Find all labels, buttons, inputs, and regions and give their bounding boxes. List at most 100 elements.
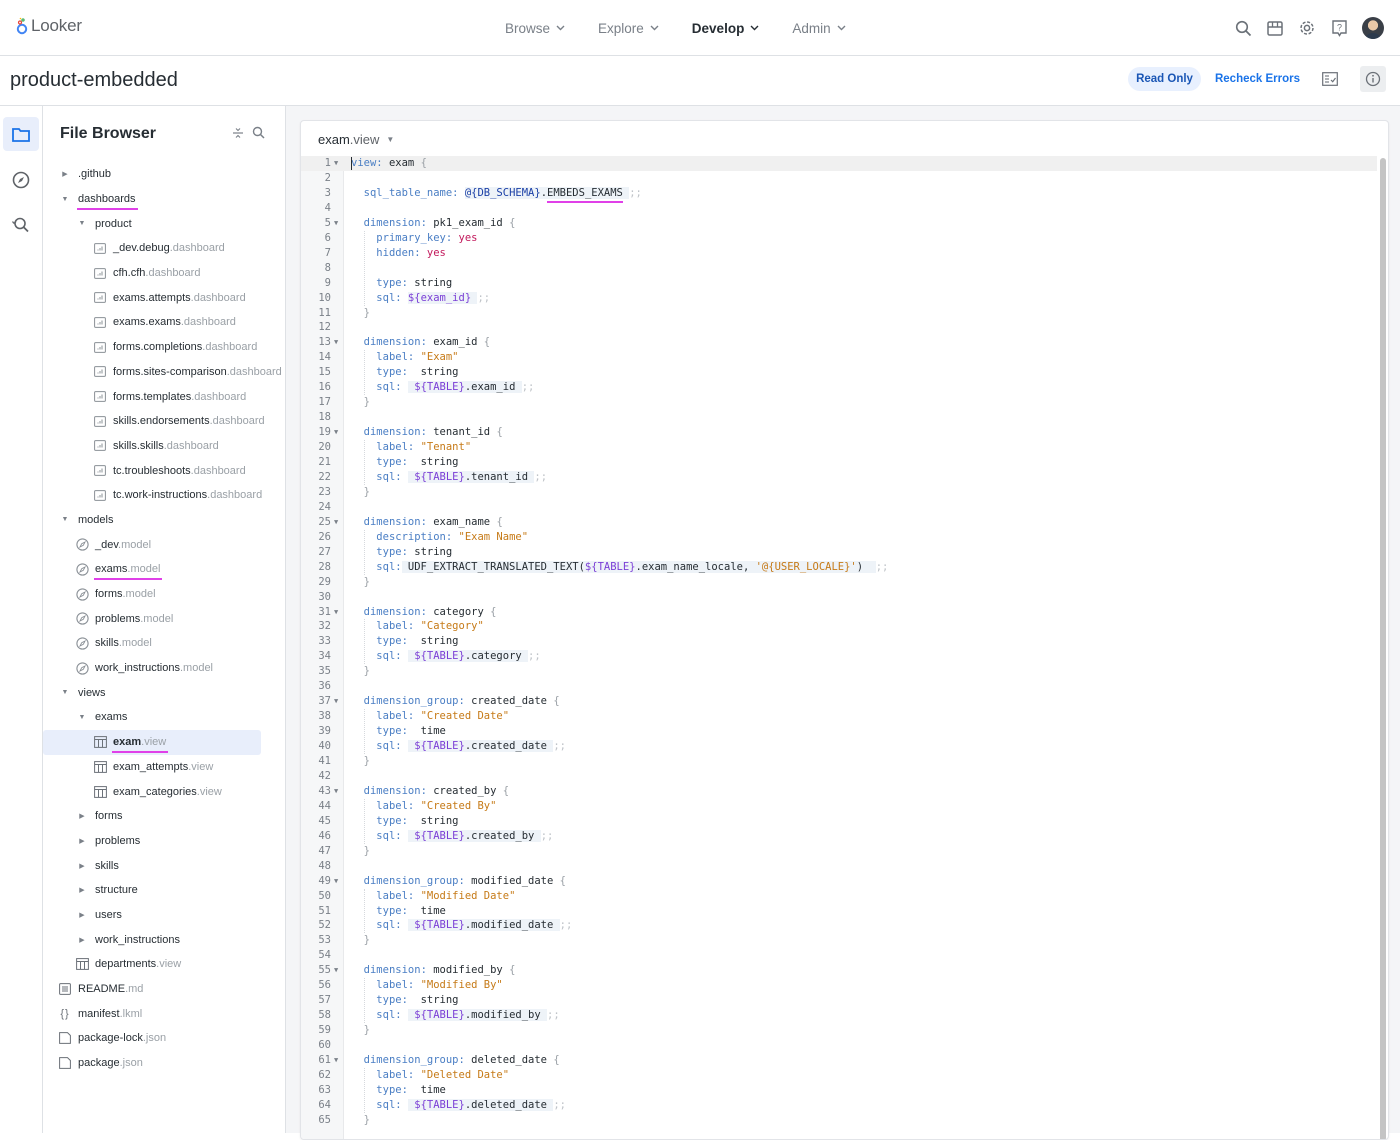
code-text: primary_key: yes bbox=[376, 231, 478, 244]
tree-file-problems[interactable]: problems.model bbox=[43, 606, 286, 631]
file-browser-rail-button[interactable] bbox=[3, 117, 39, 151]
caret-down-icon[interactable]: ▼ bbox=[77, 220, 87, 227]
caret-right-icon[interactable]: ▶ bbox=[77, 886, 87, 894]
dashboard-file-icon bbox=[93, 390, 107, 404]
tree-folder-users[interactable]: ▶ users bbox=[43, 903, 286, 928]
caret-down-icon[interactable]: ▼ bbox=[60, 689, 70, 696]
tree-file-README[interactable]: README.md bbox=[43, 977, 286, 1002]
tree-file-_dev[interactable]: _dev.model bbox=[43, 532, 286, 557]
tree-file-forms.templates[interactable]: forms.templates.dashboard bbox=[43, 384, 286, 409]
looker-logo[interactable]: Looker bbox=[16, 16, 82, 36]
recheck-errors-button[interactable]: Recheck Errors bbox=[1215, 73, 1300, 85]
caret-right-icon[interactable]: ▶ bbox=[77, 837, 87, 845]
tree-file-exams.exams[interactable]: exams.exams.dashboard bbox=[43, 310, 286, 335]
tree-folder-exams[interactable]: ▼ exams bbox=[43, 705, 286, 730]
code-line: 12 bbox=[301, 320, 1377, 335]
fold-caret-icon[interactable]: ▼ bbox=[334, 1053, 338, 1068]
tree-file-exam_attempts[interactable]: exam_attempts.view bbox=[43, 755, 286, 780]
caret-right-icon[interactable]: ▶ bbox=[77, 862, 87, 870]
nav-admin[interactable]: Admin bbox=[792, 21, 846, 36]
tree-folder-product[interactable]: ▼ product bbox=[43, 211, 286, 236]
code-line: 36 bbox=[301, 679, 1377, 694]
fold-caret-icon[interactable]: ▼ bbox=[334, 694, 338, 709]
tree-file-skills.skills[interactable]: skills.skills.dashboard bbox=[43, 434, 286, 459]
code-content[interactable]: 1 ▼ view: exam {2 3 sql_table_name: @{DB_SC… bbox=[301, 156, 1377, 1139]
tree-folder-problems[interactable]: ▶ problems bbox=[43, 829, 286, 854]
tree-file-exam[interactable]: exam.view bbox=[43, 729, 261, 755]
tree-file-skills.endorsements[interactable]: skills.endorsements.dashboard bbox=[43, 409, 286, 434]
info-icon[interactable] bbox=[1360, 66, 1386, 92]
marketplace-icon[interactable] bbox=[1266, 19, 1284, 37]
user-avatar[interactable] bbox=[1362, 17, 1384, 39]
find-replace-rail-button[interactable] bbox=[3, 208, 39, 242]
tree-file-package[interactable]: package.json bbox=[43, 1051, 286, 1076]
tree-item-label: _dev.model bbox=[95, 538, 152, 551]
tree-file-exams[interactable]: exams.model bbox=[43, 557, 286, 582]
tree-file-manifest[interactable]: {} manifest.lkml bbox=[43, 1001, 286, 1026]
fold-caret-icon[interactable]: ▼ bbox=[334, 335, 338, 350]
tree-file-tc.work-instructions[interactable]: tc.work-instructions.dashboard bbox=[43, 483, 286, 508]
caret-right-icon[interactable]: ▶ bbox=[77, 911, 87, 919]
fold-caret-icon[interactable]: ▼ bbox=[334, 963, 338, 978]
fold-caret-icon[interactable]: ▼ bbox=[334, 605, 338, 620]
caret-down-icon[interactable]: ▼ bbox=[77, 714, 87, 721]
tree-file-_dev.debug[interactable]: _dev.debug.dashboard bbox=[43, 236, 286, 261]
tree-file-cfh.cfh[interactable]: cfh.cfh.dashboard bbox=[43, 261, 286, 286]
caret-down-icon[interactable]: ▼ bbox=[60, 516, 70, 523]
tree-item-label: work_instructions bbox=[95, 933, 180, 946]
tree-file-skills[interactable]: skills.model bbox=[43, 631, 286, 656]
tree-item-label: _dev.debug.dashboard bbox=[113, 242, 225, 255]
fold-caret-icon[interactable]: ▼ bbox=[334, 156, 338, 171]
tree-folder-models[interactable]: ▼ models bbox=[43, 508, 286, 533]
code-text: label: "Category" bbox=[376, 620, 484, 633]
validate-icon[interactable] bbox=[1318, 67, 1342, 91]
tree-item-label: exam_categories.view bbox=[113, 785, 222, 798]
tree-folder-views[interactable]: ▼ views bbox=[43, 680, 286, 705]
fold-caret-icon[interactable]: ▼ bbox=[334, 515, 338, 530]
tree-file-exams.attempts[interactable]: exams.attempts.dashboard bbox=[43, 285, 286, 310]
tree-file-exam_categories[interactable]: exam_categories.view bbox=[43, 779, 286, 804]
tree-file-departments[interactable]: departments.view bbox=[43, 952, 286, 977]
line-number: 53 bbox=[318, 934, 331, 947]
line-number: 15 bbox=[318, 366, 331, 379]
settings-icon[interactable] bbox=[1298, 19, 1316, 37]
tree-folder-forms[interactable]: ▶ forms bbox=[43, 804, 286, 829]
indent-guide bbox=[364, 350, 365, 396]
indent-guide bbox=[364, 709, 365, 754]
tree-file-forms.completions[interactable]: forms.completions.dashboard bbox=[43, 335, 286, 360]
caret-right-icon[interactable]: ▶ bbox=[77, 936, 87, 944]
caret-right-icon[interactable]: ▶ bbox=[60, 170, 70, 178]
code-line: 3 sql_table_name: @{DB_SCHEMA}.EMBEDS_EX… bbox=[301, 186, 1377, 203]
code-line: 45 type: string bbox=[301, 814, 1377, 829]
nav-explore[interactable]: Explore bbox=[598, 21, 659, 36]
search-icon[interactable] bbox=[1234, 19, 1252, 37]
nav-browse[interactable]: Browse bbox=[505, 21, 565, 36]
code-line: 27 type: string bbox=[301, 545, 1377, 560]
model-file-icon bbox=[75, 636, 89, 650]
tree-folder-work_instructions[interactable]: ▶ work_instructions bbox=[43, 927, 286, 952]
code-text: sql_table_name: @{DB_SCHEMA}.EMBEDS_EXAM… bbox=[351, 186, 642, 203]
fold-caret-icon[interactable]: ▼ bbox=[334, 784, 338, 799]
help-icon[interactable]: ? bbox=[1330, 19, 1348, 37]
object-browser-rail-button[interactable] bbox=[3, 163, 39, 197]
tree-folder-structure[interactable]: ▶ structure bbox=[43, 878, 286, 903]
code-text: sql: ${TABLE}.exam_id ;; bbox=[376, 381, 535, 394]
collapse-all-icon[interactable] bbox=[232, 126, 244, 144]
fold-caret-icon[interactable]: ▼ bbox=[334, 425, 338, 440]
tree-folder-.github[interactable]: ▶ .github bbox=[43, 162, 286, 187]
tree-folder-dashboards[interactable]: ▼ dashboards bbox=[43, 187, 286, 212]
tree-file-package-lock[interactable]: package-lock.json bbox=[43, 1026, 286, 1051]
editor-scrollbar[interactable] bbox=[1380, 158, 1386, 1139]
fold-caret-icon[interactable]: ▼ bbox=[334, 216, 338, 231]
caret-down-icon[interactable]: ▼ bbox=[60, 196, 70, 203]
tree-file-forms.sites-comparison[interactable]: forms.sites-comparison.dashboard bbox=[43, 360, 286, 385]
file-search-icon[interactable] bbox=[252, 126, 265, 144]
nav-develop[interactable]: Develop bbox=[692, 21, 760, 36]
tree-folder-skills[interactable]: ▶ skills bbox=[43, 853, 286, 878]
caret-right-icon[interactable]: ▶ bbox=[77, 812, 87, 820]
tree-file-tc.troubleshoots[interactable]: tc.troubleshoots.dashboard bbox=[43, 458, 286, 483]
fold-caret-icon[interactable]: ▼ bbox=[334, 874, 338, 889]
file-tab-dropdown[interactable]: exam.view ▼ bbox=[318, 132, 394, 147]
tree-file-forms[interactable]: forms.model bbox=[43, 582, 286, 607]
tree-file-work_instructions[interactable]: work_instructions.model bbox=[43, 656, 286, 681]
